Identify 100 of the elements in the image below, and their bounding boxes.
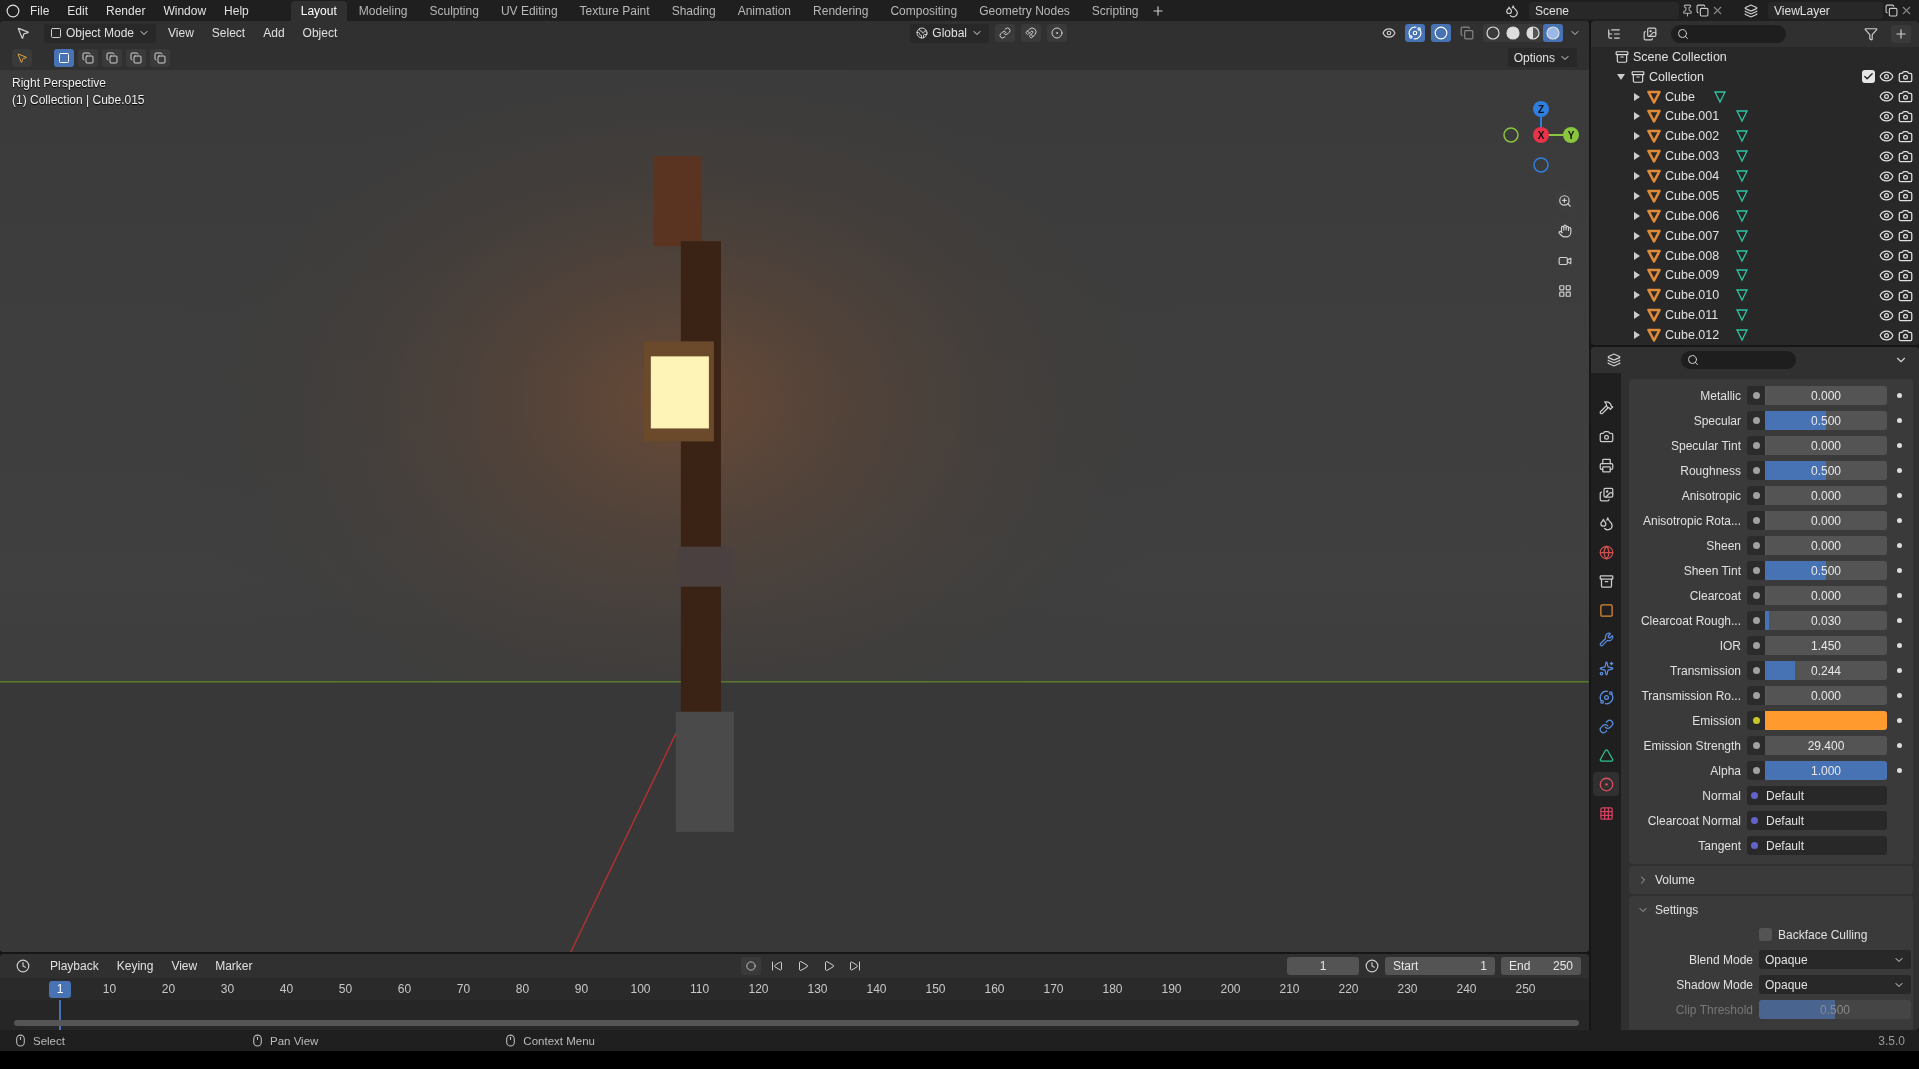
socket-icon[interactable] [1747, 686, 1765, 705]
eye-icon[interactable] [1879, 307, 1894, 323]
keyframe-dot[interactable] [1896, 643, 1902, 648]
collapsed-arrow-icon[interactable] [1633, 112, 1641, 121]
keyframe-dot[interactable] [1896, 418, 1902, 423]
blend-mode-dropdown[interactable]: Opaque [1759, 950, 1911, 969]
keyframe-dot[interactable] [1896, 443, 1902, 448]
mode-dropdown[interactable]: Object Mode [44, 23, 157, 43]
menu-item[interactable]: View [165, 956, 204, 976]
menu-item[interactable]: Object [296, 23, 344, 43]
socket-icon[interactable] [1747, 736, 1765, 755]
camera-icon[interactable] [1898, 307, 1913, 323]
collapsed-arrow-icon[interactable] [1633, 231, 1641, 240]
collapsed-arrow-icon[interactable] [1633, 191, 1641, 200]
outliner-item[interactable]: Scene Collection [1633, 49, 1727, 64]
outliner-item[interactable]: Cube.009 [1665, 268, 1731, 283]
keyframe-dot[interactable] [1896, 693, 1902, 698]
new-collection-button[interactable] [1891, 24, 1911, 43]
eye-icon[interactable] [1879, 148, 1894, 164]
eye-icon[interactable] [1879, 228, 1894, 244]
pivot-button[interactable] [995, 24, 1015, 42]
eye-icon[interactable] [1879, 188, 1894, 204]
outliner-item[interactable]: Cube.008 [1665, 248, 1731, 263]
camera-icon[interactable] [1898, 148, 1913, 164]
shading-button[interactable] [1483, 24, 1503, 42]
menu-item[interactable]: Keying [110, 956, 160, 976]
outliner-item[interactable]: Cube.010 [1665, 288, 1731, 303]
menu-item[interactable]: Window [155, 3, 215, 18]
menu-item[interactable]: Marker [209, 956, 259, 976]
eye-icon[interactable] [1879, 287, 1894, 303]
menu-item[interactable]: File [22, 3, 58, 18]
keyframe-dot[interactable] [1896, 668, 1902, 673]
orientation-dropdown[interactable]: Global [910, 23, 989, 43]
shading-button[interactable] [1503, 24, 1523, 42]
workspace-tab[interactable]: Compositing [880, 0, 968, 21]
keyframe-dot[interactable] [1896, 743, 1902, 748]
add-workspace-icon[interactable] [1150, 3, 1165, 18]
start-frame-field[interactable]: Start 1 [1385, 957, 1495, 975]
workspace-tab[interactable]: Texture Paint [569, 0, 660, 21]
collapsed-arrow-icon[interactable] [1633, 271, 1641, 280]
socket-icon[interactable] [1747, 561, 1765, 580]
camera-icon[interactable] [1898, 208, 1913, 224]
outliner-item[interactable]: Cube.007 [1665, 228, 1731, 243]
workspace-tab[interactable]: UV Editing [490, 0, 568, 21]
copy-icon[interactable] [1885, 4, 1898, 17]
axis-handle[interactable] [1533, 157, 1549, 173]
collapsed-arrow-icon[interactable] [1633, 92, 1641, 101]
eye-icon[interactable] [1879, 108, 1894, 124]
workspace-tab[interactable]: Rendering [803, 0, 879, 21]
camera-icon[interactable] [1898, 168, 1913, 184]
workspace-tab[interactable]: Modeling [348, 0, 418, 21]
scene-field[interactable]: Scene [1529, 2, 1679, 19]
collapsed-arrow-icon[interactable] [1633, 211, 1641, 220]
outliner-item[interactable]: Cube.012 [1665, 328, 1731, 343]
snap-button[interactable] [1021, 24, 1041, 42]
menu-item[interactable]: Render [98, 3, 154, 18]
socket-field[interactable]: Default [1747, 811, 1887, 830]
search-field[interactable] [1681, 351, 1796, 369]
pin-icon[interactable] [1681, 4, 1694, 17]
socket-icon[interactable] [1747, 411, 1765, 430]
socket-icon[interactable] [1747, 586, 1765, 605]
copy-icon[interactable] [1696, 4, 1709, 17]
value-slider[interactable]: 0.000 [1765, 511, 1887, 530]
menu-item[interactable]: Add [257, 23, 291, 43]
panel-header[interactable]: Settings [1629, 898, 1913, 922]
keyframe-dot[interactable] [1896, 568, 1902, 573]
workspace-tab[interactable]: Scripting [1081, 0, 1149, 21]
checkbox[interactable]: Backface Culling [1759, 927, 1911, 942]
outliner-item[interactable]: Collection [1649, 69, 1704, 84]
value-slider[interactable]: 0.500 [1765, 561, 1887, 580]
view-layer-field[interactable]: ViewLayer [1768, 2, 1883, 19]
socket-icon[interactable] [1747, 761, 1765, 780]
panel-header[interactable]: Volume [1629, 868, 1913, 892]
eye-icon[interactable] [1879, 128, 1894, 144]
eye-icon[interactable] [1879, 248, 1894, 264]
current-frame-marker[interactable]: 1 [49, 981, 71, 998]
expanded-arrow-icon[interactable] [1617, 72, 1625, 81]
search-field[interactable] [1671, 24, 1786, 43]
keyframe-dot[interactable] [1896, 768, 1902, 773]
workspace-tab[interactable]: Shading [661, 0, 726, 21]
workspace-tab[interactable]: Layout [290, 0, 347, 21]
socket-icon[interactable] [1747, 511, 1765, 530]
socket-icon[interactable] [1747, 536, 1765, 555]
socket-icon[interactable] [1747, 436, 1765, 455]
socket-field[interactable]: Default [1747, 836, 1887, 855]
keyframe-dot[interactable] [1896, 518, 1902, 523]
keyframe-dot[interactable] [1896, 593, 1902, 598]
socket-icon[interactable] [1747, 386, 1765, 405]
menu-item[interactable]: Select [205, 23, 252, 43]
socket-icon[interactable] [1747, 611, 1765, 630]
menu-item[interactable]: Help [216, 3, 257, 18]
value-slider[interactable]: 0.000 [1765, 536, 1887, 555]
axis-handle[interactable]: Z [1533, 101, 1549, 117]
keyframe-dot[interactable] [1896, 393, 1902, 398]
value-slider[interactable]: 0.000 [1765, 586, 1887, 605]
axis-handle[interactable]: X [1533, 127, 1549, 143]
record-button[interactable] [740, 957, 761, 975]
camera-icon[interactable] [1898, 228, 1913, 244]
options-dropdown[interactable]: Options [1507, 48, 1577, 67]
camera-icon[interactable] [1898, 188, 1913, 204]
